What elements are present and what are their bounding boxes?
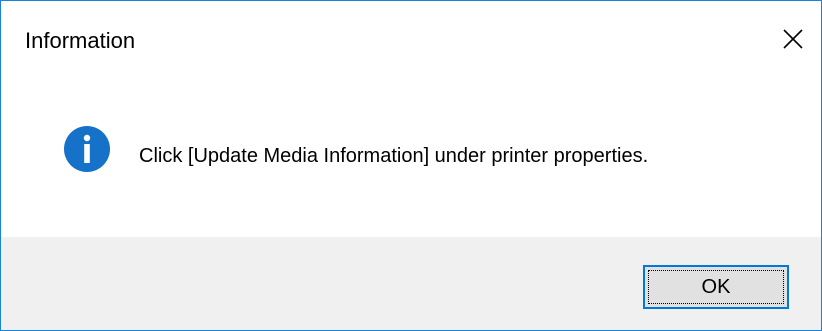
ok-button[interactable]: OK — [643, 265, 789, 309]
close-icon — [783, 29, 803, 49]
title-bar[interactable]: Information — [1, 1, 821, 81]
message-area: Click [Update Media Information] under p… — [1, 81, 821, 237]
message-text: Click [Update Media Information] under p… — [139, 145, 649, 167]
button-bar: OK — [1, 237, 821, 330]
window-title: Information — [25, 28, 136, 53]
ok-button-label: OK — [701, 275, 731, 298]
info-icon — [63, 125, 111, 173]
close-button[interactable] — [773, 19, 813, 59]
information-dialog: Information Click [Update Media Informat… — [0, 0, 822, 331]
